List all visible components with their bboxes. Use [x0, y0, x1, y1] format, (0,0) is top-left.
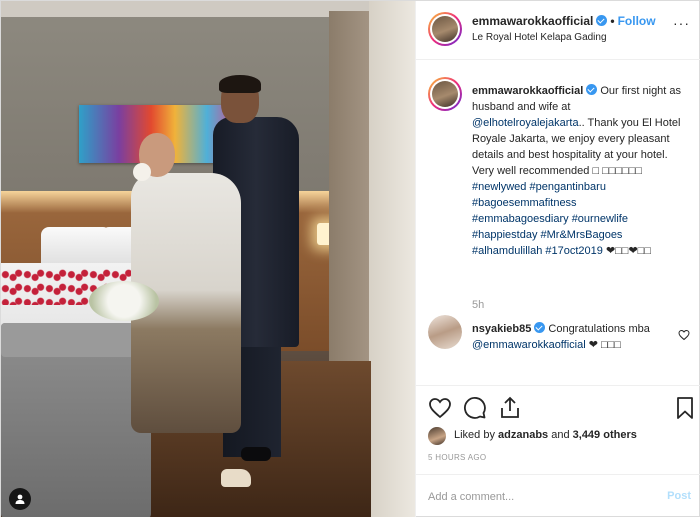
commenter-username[interactable]: nsyakieb85: [472, 323, 531, 335]
user-tag-glyph: [15, 494, 25, 504]
caption-username[interactable]: emmawarokkaofficial: [472, 85, 583, 97]
user-tag-icon[interactable]: [9, 488, 31, 510]
heart-icon[interactable]: [428, 396, 452, 420]
post-timestamp[interactable]: 5 HOURS AGO: [428, 453, 486, 462]
post-photo[interactable]: [1, 1, 415, 517]
location-link[interactable]: Le Royal Hotel Kelapa Gading: [472, 32, 607, 43]
author-username[interactable]: emmawarokkaofficial: [472, 14, 593, 28]
caption-text: emmawarokkaofficial Our first night as h…: [472, 83, 684, 259]
hashtag[interactable]: #alhamdulillah: [472, 245, 542, 257]
likes-prefix: Liked by: [454, 429, 499, 441]
hashtag[interactable]: #newlywed: [472, 181, 526, 193]
add-comment-bar: Post: [416, 474, 700, 517]
comment-text: nsyakieb85 Congratulations mba @emmawaro…: [472, 321, 672, 353]
comment-text-2: ❤ □□□: [585, 339, 621, 351]
commenter-avatar[interactable]: [428, 315, 462, 349]
caption-avatar[interactable]: [428, 77, 462, 111]
caption-tail: ❤□□❤□□: [602, 245, 651, 257]
likes-middle: and: [548, 429, 573, 441]
comment-input[interactable]: [428, 487, 648, 507]
post-sidebar: emmawarokkaofficial • Follow Le Royal Hote…: [415, 1, 700, 517]
hashtag[interactable]: #Mr&MrsBagoes: [541, 229, 623, 241]
verified-icon: [586, 84, 598, 95]
hashtag[interactable]: #17oct2019: [545, 245, 603, 257]
comment-text-1: Congratulations mba: [545, 323, 650, 335]
liker-username[interactable]: adzanabs: [498, 429, 548, 441]
caption-mention[interactable]: @elhotelroyalejakarta: [472, 117, 579, 129]
follow-button[interactable]: Follow: [618, 14, 656, 28]
hashtag[interactable]: #bagoesemmafitness: [472, 197, 577, 209]
hashtag[interactable]: #ournewlife: [572, 213, 628, 225]
author-row: emmawarokkaofficial • Follow: [472, 14, 656, 28]
hashtag[interactable]: #happiestday: [472, 229, 537, 241]
author-avatar[interactable]: [428, 12, 462, 46]
verified-icon: [596, 15, 608, 26]
likes-count[interactable]: 3,449 others: [573, 429, 637, 441]
hashtag[interactable]: #emmabagoesdiary: [472, 213, 569, 225]
bookmark-icon[interactable]: [673, 396, 697, 420]
verified-icon: [534, 322, 546, 333]
separator-dot: •: [610, 14, 615, 28]
photo-wall: [369, 1, 415, 517]
comments-section[interactable]: emmawarokkaofficial Our first night as h…: [416, 61, 700, 385]
post-comment-button[interactable]: Post: [667, 490, 691, 502]
comment-mention[interactable]: @emmawarokkaofficial: [472, 339, 586, 351]
photo-bride: [89, 133, 257, 493]
share-icon[interactable]: [498, 396, 522, 420]
action-bar: [416, 385, 700, 425]
caption-emoji-run: □ □□□□□□: [592, 165, 643, 177]
liker-avatar[interactable]: [428, 427, 446, 445]
hashtag[interactable]: #pengantinbaru: [529, 181, 605, 193]
more-icon[interactable]: ···: [673, 16, 689, 33]
comment-like-icon[interactable]: [678, 329, 690, 341]
likes-row: Liked by adzanabs and 3,449 others: [428, 427, 690, 445]
caption-time[interactable]: 5h: [472, 299, 484, 311]
likes-text: Liked by adzanabs and 3,449 others: [454, 429, 637, 441]
comment-icon[interactable]: [463, 396, 487, 420]
instagram-post: emmawarokkaofficial • Follow Le Royal Hote…: [0, 0, 700, 517]
post-header: emmawarokkaofficial • Follow Le Royal Hote…: [416, 1, 700, 60]
